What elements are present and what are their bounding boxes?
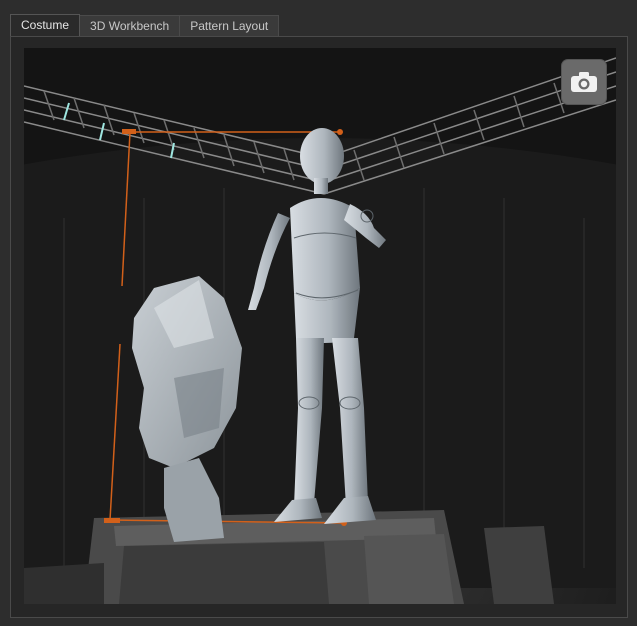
- scene-render: [24, 48, 616, 604]
- snapshot-button[interactable]: [562, 60, 606, 104]
- 3d-viewport[interactable]: [24, 48, 616, 604]
- camera-icon: [570, 71, 598, 93]
- tab-bar: Costume 3D Workbench Pattern Layout: [10, 14, 280, 36]
- app-window: Costume 3D Workbench Pattern Layout: [0, 0, 637, 626]
- tab-costume[interactable]: Costume: [10, 14, 81, 36]
- tab-pattern-layout[interactable]: Pattern Layout: [179, 15, 280, 36]
- tab-3d-workbench[interactable]: 3D Workbench: [79, 15, 181, 36]
